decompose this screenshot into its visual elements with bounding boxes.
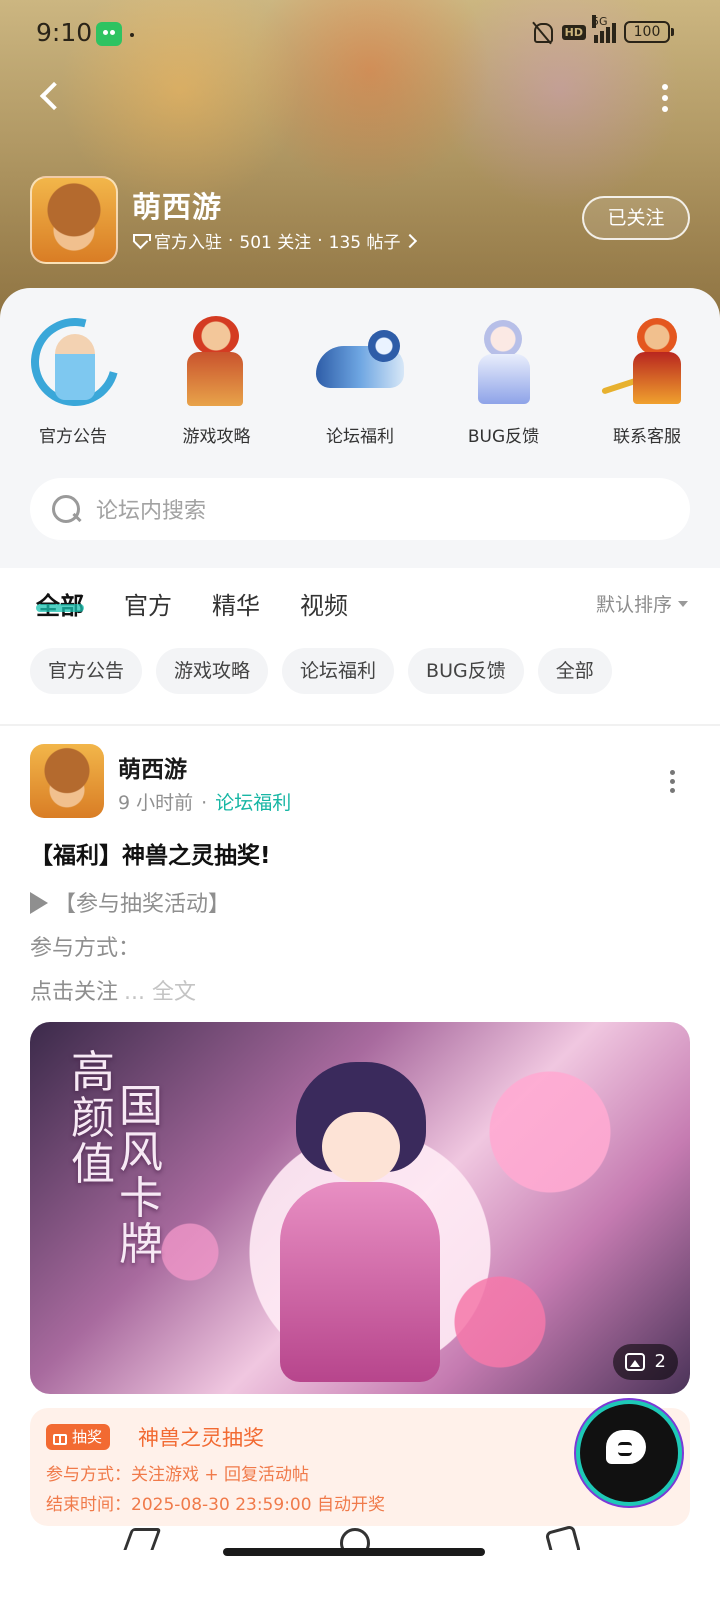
chip-announcement[interactable]: 官方公告 — [30, 648, 143, 694]
game-name: 萌西游 — [132, 190, 223, 224]
wechat-icon — [96, 22, 122, 46]
post-line-text: 点击关注 — [30, 980, 119, 1005]
image-caption-right: 国风卡牌 — [119, 1081, 163, 1270]
post-board-link[interactable]: 论坛福利 — [215, 792, 291, 814]
share-icon[interactable] — [120, 1528, 162, 1550]
back-arrow-icon[interactable] — [34, 78, 64, 114]
category-label: 官方公告 — [39, 427, 107, 447]
sort-dropdown[interactable]: 默认排序 — [596, 590, 688, 617]
caret-down-icon — [678, 600, 688, 607]
followers-count: 501 关注 — [239, 233, 312, 253]
status-indicators: HD 5G 100 — [530, 15, 674, 44]
lottery-tag-label: 抽奖 — [72, 1428, 103, 1446]
tab-official[interactable]: 官方 — [124, 586, 172, 621]
meta-separator: · — [201, 792, 208, 814]
chip-all[interactable]: 全部 — [537, 648, 612, 694]
post-excerpt-line: 【参与抽奖活动】 — [30, 886, 230, 918]
feed-tabs: 全部 官方 精华 视频 默认排序 — [0, 568, 720, 638]
network-type: 5G — [592, 15, 608, 28]
welfare-beast-icon — [310, 316, 410, 412]
category-list: 官方公告 游戏攻略 论坛福利 BUG反馈 联系客服 — [0, 316, 720, 447]
comment-icon[interactable] — [340, 1528, 370, 1550]
meta-separator: · — [228, 230, 234, 251]
home-indicator[interactable] — [223, 1548, 485, 1556]
category-guide[interactable]: 游戏攻略 — [161, 316, 273, 447]
like-icon[interactable] — [544, 1524, 582, 1550]
category-card: 官方公告 游戏攻略 论坛福利 BUG反馈 联系客服 论坛内搜索 — [0, 288, 720, 568]
announcement-character-icon — [23, 316, 123, 412]
guide-character-icon — [167, 316, 267, 412]
chat-bubble-icon — [606, 1430, 652, 1472]
lottery-title: 神兽之灵抽奖 — [138, 1426, 264, 1450]
post-meta: 9 小时前 · 论坛福利 — [118, 788, 291, 815]
category-label: 游戏攻略 — [182, 427, 251, 447]
post-time: 9 小时前 — [118, 792, 194, 814]
more-vertical-icon[interactable] — [660, 84, 670, 112]
hd-badge: HD — [561, 24, 586, 40]
post-more-icon[interactable] — [670, 770, 676, 794]
category-label: BUG反馈 — [467, 427, 540, 447]
image-icon — [624, 1353, 645, 1371]
status-time: 9:10 — [36, 18, 93, 47]
signal-icon: 5G — [592, 15, 616, 43]
game-meta[interactable]: 官方入驻 · 501 关注 · 135 帖子 — [132, 228, 417, 253]
chip-welfare[interactable]: 论坛福利 — [282, 648, 395, 694]
official-label: 官方入驻 — [154, 233, 222, 253]
battery-icon: 100 — [624, 21, 674, 43]
gift-icon — [52, 1430, 68, 1445]
game-avatar[interactable] — [30, 176, 118, 264]
active-tab-indicator — [36, 604, 84, 612]
play-icon — [30, 892, 48, 914]
image-count: 2 — [654, 1351, 666, 1372]
chip-guide[interactable]: 游戏攻略 — [156, 648, 269, 694]
lottery-end-time: 结束时间：2025-08-30 23:59:00 自动开奖 — [46, 1495, 385, 1515]
tab-featured[interactable]: 精华 — [212, 586, 260, 621]
image-caption-left: 高颜值 — [71, 1047, 115, 1190]
diamond-icon — [132, 233, 151, 248]
post-excerpt-line: 点击关注... 全文 — [30, 974, 196, 1006]
author-avatar[interactable] — [30, 744, 104, 818]
search-input[interactable]: 论坛内搜索 — [30, 478, 690, 540]
bug-character-icon — [454, 316, 554, 412]
read-more-link[interactable]: ... 全文 — [124, 980, 196, 1005]
lottery-method: 参与方式：关注游戏 + 回复活动帖 — [46, 1465, 310, 1485]
category-announcement[interactable]: 官方公告 — [17, 316, 129, 447]
category-welfare[interactable]: 论坛福利 — [304, 316, 416, 447]
support-character-icon — [597, 316, 697, 412]
post-image[interactable]: 高颜值 国风卡牌 2 — [30, 1022, 690, 1394]
category-label: 论坛福利 — [326, 427, 394, 447]
chip-bug[interactable]: BUG反馈 — [408, 648, 524, 694]
tab-video[interactable]: 视频 — [300, 586, 348, 621]
post-excerpt-line: 参与方式： — [30, 936, 141, 961]
meta-separator: · — [317, 230, 323, 251]
post-author[interactable]: 萌西游 — [118, 750, 187, 784]
category-support[interactable]: 联系客服 — [591, 316, 703, 447]
search-placeholder: 论坛内搜索 — [96, 499, 207, 524]
image-count-badge: 2 — [612, 1344, 678, 1380]
post-line-text: 【参与抽奖活动】 — [54, 892, 231, 917]
lottery-tag: 抽奖 — [46, 1424, 111, 1450]
chevron-right-icon — [402, 233, 417, 248]
posts-count: 135 帖子 — [328, 233, 401, 253]
notification-dot-icon — [130, 33, 134, 37]
category-bug[interactable]: BUG反馈 — [448, 316, 560, 447]
status-bar: 9:10 HD 5G 100 — [0, 0, 720, 68]
sort-label: 默认排序 — [595, 594, 672, 616]
game-info: 萌西游 官方入驻 · 501 关注 · 135 帖子 已关注 — [30, 176, 690, 266]
post-title[interactable]: 【福利】神兽之灵抽奖! — [30, 836, 271, 870]
search-icon — [50, 493, 82, 525]
chat-fab-button[interactable] — [580, 1404, 678, 1502]
divider — [0, 724, 720, 726]
filter-chips: 官方公告 游戏攻略 论坛福利 BUG反馈 全部 — [30, 648, 612, 694]
category-label: 联系客服 — [613, 427, 681, 447]
follow-button[interactable]: 已关注 — [582, 196, 690, 240]
post-actions — [0, 1520, 720, 1550]
bell-muted-icon — [530, 20, 554, 44]
character-illustration — [270, 1062, 450, 1382]
